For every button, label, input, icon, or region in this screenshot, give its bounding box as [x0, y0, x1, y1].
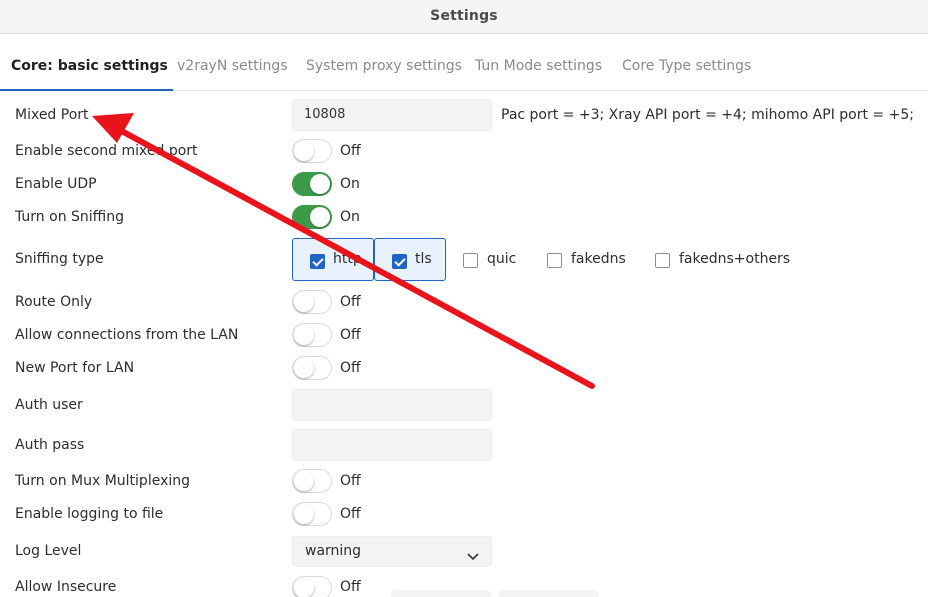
- second-mixed-port-label: Enable second mixed port: [15, 143, 198, 159]
- sniffing-option-tls[interactable]: tls: [374, 238, 446, 281]
- auth-pass-input[interactable]: [292, 429, 492, 461]
- http-checkbox[interactable]: [310, 254, 325, 269]
- tls-checkbox[interactable]: [392, 254, 407, 269]
- tab-tun-mode-settings[interactable]: Tun Mode settings: [475, 34, 602, 90]
- sniffing-label: Turn on Sniffing: [15, 209, 124, 225]
- log-level-select[interactable]: warning: [292, 536, 492, 567]
- mixed-port-hint: Pac port = +3; Xray API port = +4; mihom…: [501, 107, 914, 123]
- toggle-knob: [310, 207, 330, 227]
- allow-insecure-toggle[interactable]: [292, 576, 332, 597]
- partial-field-2[interactable]: [499, 590, 599, 597]
- tab-system-proxy-settings[interactable]: System proxy settings: [306, 34, 462, 90]
- auth-user-input[interactable]: [292, 389, 492, 421]
- fakedns-others-checkbox[interactable]: [655, 253, 670, 268]
- toggle-knob: [294, 504, 314, 524]
- allow-lan-state: Off: [340, 327, 361, 343]
- fakedns-others-label: fakedns+others: [679, 251, 791, 267]
- enable-udp-toggle[interactable]: [292, 172, 332, 196]
- toggle-knob: [294, 578, 314, 597]
- settings-window: Settings Core: basic settings v2rayN set…: [0, 0, 928, 597]
- auth-user-label: Auth user: [15, 397, 83, 413]
- log-to-file-state: Off: [340, 506, 361, 522]
- new-port-lan-label: New Port for LAN: [15, 360, 135, 376]
- partial-field-1[interactable]: [391, 590, 491, 597]
- log-to-file-toggle[interactable]: [292, 502, 332, 526]
- sniffing-state: On: [340, 209, 360, 225]
- mixed-port-input[interactable]: 10808: [292, 99, 492, 131]
- toggle-knob: [310, 174, 330, 194]
- mux-toggle[interactable]: [292, 469, 332, 493]
- sniffing-toggle[interactable]: [292, 205, 332, 229]
- toggle-knob: [294, 141, 314, 161]
- tab-v2rayn-settings[interactable]: v2rayN settings: [177, 34, 288, 90]
- new-port-lan-toggle[interactable]: [292, 356, 332, 380]
- enable-udp-state: On: [340, 176, 360, 192]
- fakedns-checkbox[interactable]: [547, 253, 562, 268]
- fakedns-label: fakedns: [571, 251, 626, 267]
- route-only-state: Off: [340, 294, 361, 310]
- second-mixed-port-toggle[interactable]: [292, 139, 332, 163]
- log-to-file-label: Enable logging to file: [15, 506, 164, 522]
- toggle-knob: [294, 292, 314, 312]
- http-label: http: [333, 251, 362, 267]
- allow-insecure-state: Off: [340, 579, 361, 595]
- quic-label: quic: [487, 251, 517, 267]
- toggle-knob: [294, 358, 314, 378]
- allow-insecure-label: Allow Insecure: [15, 579, 117, 595]
- tab-core-type-settings[interactable]: Core Type settings: [622, 34, 751, 90]
- chevron-down-icon: [467, 546, 479, 565]
- quic-checkbox[interactable]: [463, 253, 478, 268]
- allow-lan-label: Allow connections from the LAN: [15, 327, 239, 343]
- log-level-value: warning: [305, 543, 362, 559]
- title-bar: Settings: [0, 0, 928, 34]
- toggle-knob: [294, 471, 314, 491]
- mux-state: Off: [340, 473, 361, 489]
- log-level-label: Log Level: [15, 543, 82, 559]
- mux-label: Turn on Mux Multiplexing: [15, 473, 191, 489]
- tab-core-basic-settings[interactable]: Core: basic settings: [0, 34, 173, 91]
- second-mixed-port-state: Off: [340, 143, 361, 159]
- tab-bar: Core: basic settings v2rayN settings Sys…: [0, 34, 928, 91]
- route-only-toggle[interactable]: [292, 290, 332, 314]
- sniffing-option-http[interactable]: http: [292, 238, 374, 281]
- enable-udp-label: Enable UDP: [15, 176, 97, 192]
- allow-lan-toggle[interactable]: [292, 323, 332, 347]
- toggle-knob: [294, 325, 314, 345]
- mixed-port-label: Mixed Port: [15, 107, 89, 123]
- auth-pass-label: Auth pass: [15, 437, 85, 453]
- tls-label: tls: [415, 251, 432, 267]
- sniffing-type-label: Sniffing type: [15, 251, 104, 267]
- new-port-lan-state: Off: [340, 360, 361, 376]
- route-only-label: Route Only: [15, 294, 93, 310]
- window-title: Settings: [430, 8, 498, 24]
